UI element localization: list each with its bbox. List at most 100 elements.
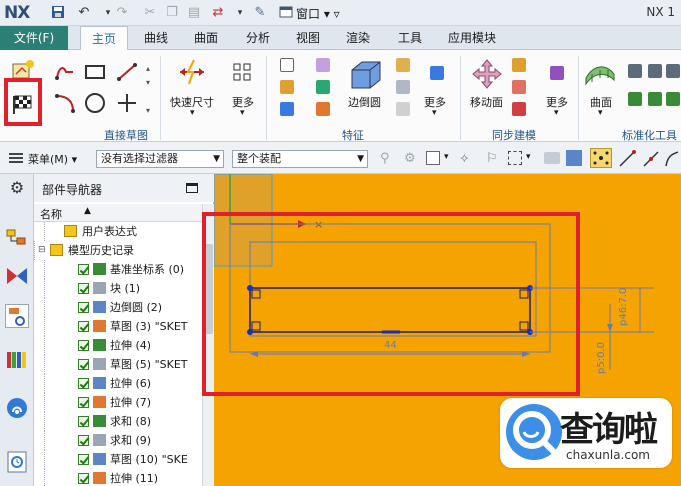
repeat-dropdown-icon[interactable]: ▾ xyxy=(232,5,248,21)
tab-view[interactable]: 视图 xyxy=(288,26,328,50)
maximize-icon[interactable] xyxy=(186,183,198,193)
navigator-column-header[interactable]: 名称 ▲ xyxy=(34,204,202,222)
web-browser-icon[interactable] xyxy=(5,396,29,420)
settings-gear-icon[interactable]: ⚙ xyxy=(5,178,29,202)
more-dropdown-2[interactable]: ▾ xyxy=(432,108,437,118)
shell-icon[interactable] xyxy=(316,102,330,116)
column-name[interactable]: 名称 xyxy=(40,206,62,222)
select-body-icon[interactable] xyxy=(566,150,582,166)
hole-icon[interactable] xyxy=(316,58,330,72)
visibility-checkbox[interactable] xyxy=(78,264,89,275)
redo-icon[interactable]: ↷ xyxy=(114,5,130,21)
tree-item[interactable]: ⊟ 模型历史记录 xyxy=(34,241,202,260)
circle-icon[interactable] xyxy=(84,92,106,114)
line-icon[interactable] xyxy=(116,62,138,82)
reuse-library-icon[interactable] xyxy=(5,348,29,372)
endpoint-snap-icon[interactable] xyxy=(618,150,636,168)
tab-applications[interactable]: 应用模块 xyxy=(440,26,504,50)
std-tool-2-icon[interactable] xyxy=(648,64,662,78)
tab-curve[interactable]: 曲线 xyxy=(136,26,176,50)
constraint-navigator-icon[interactable] xyxy=(5,264,29,288)
tab-render[interactable]: 渲染 xyxy=(338,26,378,50)
box-select-dropdown[interactable]: ▾ xyxy=(526,152,531,162)
visibility-checkbox[interactable] xyxy=(78,359,89,370)
window-icon[interactable] xyxy=(278,5,294,21)
edge-blend-icon[interactable] xyxy=(348,58,384,90)
offset-region-icon[interactable] xyxy=(512,80,526,94)
edge-blend-label[interactable]: 边倒圆 xyxy=(348,94,381,110)
tree-item[interactable]: 草图 (10) "SKE xyxy=(34,450,202,469)
tab-analysis[interactable]: 分析 xyxy=(238,26,278,50)
datum-plane-icon[interactable] xyxy=(280,58,294,72)
tab-tools[interactable]: 工具 xyxy=(390,26,430,50)
visibility-checkbox[interactable] xyxy=(78,321,89,332)
std-tool-5-icon[interactable] xyxy=(648,92,662,106)
touch-mode-icon[interactable]: ✎ xyxy=(252,5,268,21)
std-tool-4-icon[interactable] xyxy=(628,92,642,106)
more-dropdown-1[interactable]: ▾ xyxy=(240,108,245,118)
assembly-scope-select[interactable]: 整个装配 ▼ xyxy=(232,150,368,168)
chamfer-icon[interactable] xyxy=(396,58,410,72)
copy-icon[interactable]: ❐ xyxy=(164,5,180,21)
arc-icon[interactable] xyxy=(54,92,76,114)
move-face-label[interactable]: 移动面 xyxy=(470,94,503,110)
snap-icon-5[interactable]: ⚐ xyxy=(486,151,498,166)
part-navigator-icon[interactable] xyxy=(5,304,29,328)
tree-expander[interactable]: ⊟ xyxy=(38,241,46,260)
pattern-icon[interactable] xyxy=(396,102,410,116)
tree-item[interactable]: 草图 (5) "SKET xyxy=(34,355,202,374)
curve-snap-icon[interactable] xyxy=(664,150,680,168)
snap-icon-3[interactable] xyxy=(426,151,440,165)
extrude-icon[interactable] xyxy=(280,102,294,116)
snap-icon-2[interactable]: ⚙ xyxy=(404,151,416,166)
snap-dropdown[interactable]: ▾ xyxy=(444,152,449,162)
save-icon[interactable] xyxy=(50,5,66,21)
menu-icon[interactable] xyxy=(8,151,24,165)
paste-icon[interactable]: ▤ xyxy=(186,5,202,21)
select-feature-icon[interactable] xyxy=(544,152,560,164)
replace-face-icon[interactable] xyxy=(550,66,564,80)
delete-face-icon[interactable] xyxy=(512,102,526,116)
rectangle-icon[interactable] xyxy=(84,62,106,82)
std-tool-3-icon[interactable] xyxy=(666,64,680,78)
rapid-dimension-icon[interactable] xyxy=(176,58,208,88)
tab-file[interactable]: 文件(F) xyxy=(0,26,68,50)
visibility-checkbox[interactable] xyxy=(78,454,89,465)
tree-item[interactable]: 拉伸 (4) xyxy=(34,336,202,355)
more-dropdown-3[interactable]: ▾ xyxy=(554,108,559,118)
tab-home[interactable]: 主页 xyxy=(80,26,128,51)
visibility-checkbox[interactable] xyxy=(78,378,89,389)
sketch-gallery-scroll[interactable]: ▴ ▾ ▾ xyxy=(146,62,154,122)
cut-icon[interactable]: ✂ xyxy=(142,5,158,21)
move-face-icon[interactable] xyxy=(470,58,504,90)
visibility-checkbox[interactable] xyxy=(78,473,89,484)
quick-dimension-dropdown[interactable]: ▾ xyxy=(190,108,195,118)
tree-item[interactable]: 拉伸 (7) xyxy=(34,393,202,412)
draft-icon[interactable] xyxy=(396,80,410,94)
snap-icon-1[interactable]: ⚲ xyxy=(380,151,390,166)
trim-body-icon[interactable] xyxy=(430,66,444,80)
assembly-navigator-icon[interactable] xyxy=(5,226,29,250)
box-select-icon[interactable] xyxy=(508,151,522,165)
surface-dropdown[interactable]: ▾ xyxy=(598,108,603,118)
tree-item[interactable]: 草图 (3) "SKET xyxy=(34,317,202,336)
undo-icon[interactable]: ↶ xyxy=(76,5,92,21)
menu-button[interactable]: 菜单(M) ▾ xyxy=(28,151,77,167)
profile-icon[interactable] xyxy=(54,62,76,82)
sort-ascending-icon[interactable]: ▲ xyxy=(84,206,91,216)
tree-item[interactable]: 用户表达式 xyxy=(34,222,202,241)
std-tool-1-icon[interactable] xyxy=(628,64,642,78)
unite-icon[interactable] xyxy=(316,80,330,94)
visibility-checkbox[interactable] xyxy=(78,416,89,427)
visibility-checkbox[interactable] xyxy=(78,397,89,408)
surface-icon[interactable] xyxy=(584,58,616,88)
pull-face-icon[interactable] xyxy=(512,58,526,72)
tab-surface[interactable]: 曲面 xyxy=(186,26,226,50)
history-icon[interactable] xyxy=(5,450,29,474)
constraints-icon[interactable] xyxy=(232,62,252,82)
tree-item[interactable]: 求和 (9) xyxy=(34,431,202,450)
tree-item[interactable]: 边倒圆 (2) xyxy=(34,298,202,317)
tree-item[interactable]: 块 (1) xyxy=(34,279,202,298)
datum-icon[interactable] xyxy=(280,80,294,94)
repeat-command-icon[interactable]: ⇄ xyxy=(210,5,226,21)
